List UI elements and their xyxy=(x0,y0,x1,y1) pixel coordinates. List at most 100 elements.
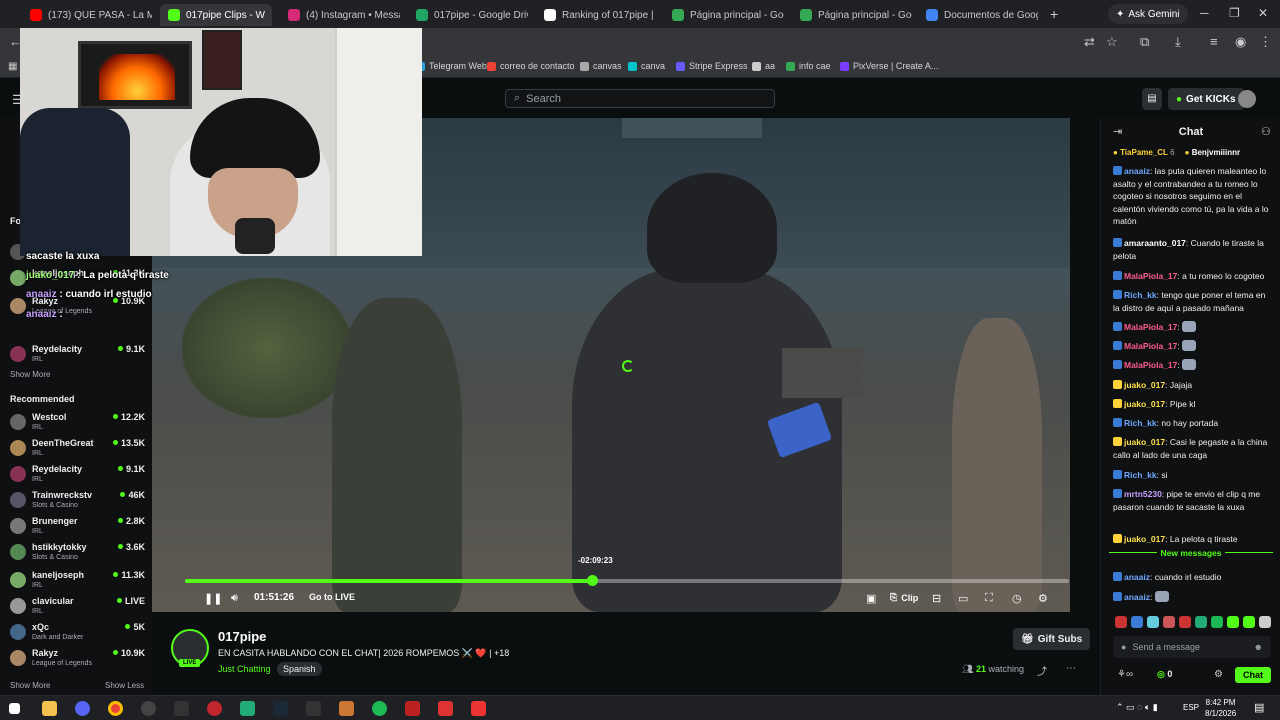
chat-message[interactable]: juako_017: Pipe kl xyxy=(1113,398,1273,411)
show-more-following[interactable]: Show More xyxy=(10,370,50,379)
windows-start-icon[interactable] xyxy=(9,703,20,714)
emote-picker-icon[interactable]: ☻ xyxy=(1254,642,1263,652)
bookmark[interactable]: canvas xyxy=(580,61,622,71)
sidebar-channel[interactable]: Rakyz League of Legends 10.9K xyxy=(10,648,145,674)
chat-username[interactable]: MalaPiola_17 xyxy=(1124,360,1177,370)
chat-rules-icon[interactable]: ⚘∞ xyxy=(1117,669,1133,680)
chat-settings-icon[interactable]: ⚙ xyxy=(1214,669,1223,680)
new-messages-divider[interactable]: New messages xyxy=(1109,548,1273,558)
bookmark[interactable]: info cae xyxy=(786,61,831,71)
chat-message[interactable]: amaraanto_017: Cuando le tiraste la pelo… xyxy=(1113,237,1273,262)
chat-username[interactable]: anaaiz xyxy=(1124,166,1150,176)
emote-icon[interactable] xyxy=(1147,616,1159,628)
file-explorer-icon[interactable] xyxy=(42,701,57,716)
chat-username[interactable]: anaaiz xyxy=(1124,592,1150,602)
chat-username[interactable]: MalaPiola_17 xyxy=(1124,322,1177,332)
emote-icon[interactable] xyxy=(1115,616,1127,628)
app-icon-9[interactable] xyxy=(306,701,321,716)
seek-handle[interactable] xyxy=(586,575,598,586)
extensions-icon[interactable]: ⧉ xyxy=(1140,34,1149,50)
chat-message[interactable]: MalaPiola_17: a tu romeo lo cogoteo xyxy=(1113,270,1273,283)
new-tab-button[interactable]: + xyxy=(1050,6,1058,22)
chrome-icon[interactable] xyxy=(108,701,123,716)
user-avatar[interactable] xyxy=(1238,90,1256,108)
chat-message[interactable]: Rich_kk: tengo que poner el tema en la d… xyxy=(1113,289,1273,314)
browser-tab[interactable]: (173) QUE PASA - La M✕ xyxy=(22,4,152,26)
chat-message[interactable]: anaaiz: cuando irl estudio xyxy=(1113,571,1273,584)
chat-username[interactable]: MalaPiola_17 xyxy=(1124,341,1177,351)
seek-bar[interactable] xyxy=(185,575,1069,586)
search-input[interactable]: ⌕ Search xyxy=(505,89,775,108)
app-icon-14[interactable] xyxy=(471,701,486,716)
browser-tab[interactable]: Ranking of 017pipe | E✕ xyxy=(536,4,656,26)
app-icon-12[interactable] xyxy=(405,701,420,716)
browser-tab[interactable]: 017pipe Clips - W ✕ xyxy=(160,4,272,26)
bookmark[interactable]: PixVerse | Create A... xyxy=(840,61,938,71)
playback-speed-icon[interactable]: ◷ xyxy=(1012,592,1022,605)
captions-icon[interactable]: ⊟ xyxy=(932,592,941,605)
app-icon-7[interactable] xyxy=(240,701,255,716)
emote-icon[interactable] xyxy=(1195,616,1207,628)
chat-message[interactable]: anaaiz: las puta quieren maleanteo lo as… xyxy=(1113,165,1273,228)
apps-grid-icon[interactable]: ▦ xyxy=(8,61,17,72)
app-icon-13[interactable] xyxy=(438,701,453,716)
more-options-icon[interactable]: ⋯ xyxy=(1066,663,1076,674)
settings-gear-icon[interactable]: ⚙ xyxy=(1038,592,1048,605)
media-control-icon[interactable]: ≡ xyxy=(1210,34,1218,49)
keyboard-language[interactable]: ESP xyxy=(1183,703,1199,712)
bookmark[interactable]: aa xyxy=(752,61,775,71)
bookmark[interactable]: correo de contacto xyxy=(487,61,575,71)
bookmark[interactable]: Telegram Web xyxy=(416,61,487,71)
clip-button[interactable]: ⎘ Clip xyxy=(890,592,918,603)
chat-username[interactable]: juako_017 xyxy=(1124,534,1165,544)
tray-icons[interactable]: ⌃ ▭ ◌ 🔈︎ ▮ xyxy=(1116,702,1158,713)
chat-username[interactable]: MalaPiola_17 xyxy=(1124,271,1177,281)
minimize-button[interactable]: ─ xyxy=(1200,6,1209,20)
browser-tab[interactable]: 017pipe - Google Driv✕ xyxy=(408,4,528,26)
get-kicks-button[interactable]: ● Get KICKs xyxy=(1168,88,1244,110)
streamer-name[interactable]: 017pipe xyxy=(218,629,266,644)
emote-icon[interactable] xyxy=(1211,616,1223,628)
bookmark[interactable]: canva xyxy=(628,61,665,71)
notifications-icon[interactable]: ▤ xyxy=(1254,701,1264,714)
kicks-balance[interactable]: ◎ 0 xyxy=(1157,669,1172,680)
chat-users-icon[interactable]: ⚇ xyxy=(1261,125,1271,138)
emote-icon[interactable] xyxy=(1243,616,1255,628)
browser-menu-icon[interactable]: ⋮ xyxy=(1259,34,1272,50)
emote-icon[interactable] xyxy=(1179,616,1191,628)
chat-username[interactable]: Rich_kk xyxy=(1124,470,1157,480)
chat-username[interactable]: Rich_kk xyxy=(1124,418,1157,428)
chat-username[interactable]: amaraanto_017 xyxy=(1124,238,1186,248)
sidebar-channel[interactable]: xQc Dark and Darker 5K xyxy=(10,622,145,648)
chat-message[interactable]: MalaPiola_17: xyxy=(1113,340,1273,353)
profile-icon[interactable]: ◉ xyxy=(1235,34,1246,50)
discord-icon[interactable] xyxy=(75,701,90,716)
app-icon-5[interactable] xyxy=(174,701,189,716)
browser-tab[interactable]: Página principal - Goo✕ xyxy=(792,4,912,26)
studio-icon[interactable]: ▤ xyxy=(1142,88,1162,110)
go-to-live-button[interactable]: Go to LIVE xyxy=(309,592,355,602)
chat-username[interactable]: anaaiz xyxy=(1124,572,1150,582)
volume-icon[interactable]: 🔊︎ xyxy=(231,592,238,605)
pinned-user[interactable]: ● Benjvmiiinnr xyxy=(1185,148,1241,157)
maximize-button[interactable]: ❐ xyxy=(1229,6,1240,20)
miniplayer-icon[interactable]: ▭ xyxy=(958,592,968,605)
show-more-recommended[interactable]: Show More xyxy=(10,681,50,690)
obs-icon[interactable] xyxy=(141,701,156,716)
fullscreen-icon[interactable]: ⛶ xyxy=(985,592,993,605)
chat-username[interactable]: juako_017 xyxy=(1124,380,1165,390)
chat-message[interactable]: mrtn5230: pipe te envio el clip q me pas… xyxy=(1113,488,1273,513)
chat-username[interactable]: juako_017 xyxy=(1124,399,1165,409)
ask-gemini-button[interactable]: ✦ Ask Gemini xyxy=(1108,4,1188,24)
sidebar-channel[interactable]: kaneljoseph IRL 11.3K xyxy=(10,570,145,596)
pause-icon[interactable]: ❚❚ xyxy=(204,592,222,605)
share-icon[interactable]: ⤴ xyxy=(1037,663,1047,678)
show-less-recommended[interactable]: Show Less xyxy=(105,681,144,690)
chat-username[interactable]: juako_017 xyxy=(1124,437,1165,447)
theater-mode-icon[interactable]: ▣ xyxy=(866,592,876,605)
app-icon-6[interactable] xyxy=(207,701,222,716)
browser-tab[interactable]: (4) Instagram • Messa✕ xyxy=(280,4,400,26)
sidebar-channel[interactable]: clavicular IRL LIVE xyxy=(10,596,145,622)
language-tag[interactable]: Spanish xyxy=(277,662,322,676)
sidebar-channel[interactable]: Reydelacity IRL 9.1K xyxy=(10,344,145,370)
